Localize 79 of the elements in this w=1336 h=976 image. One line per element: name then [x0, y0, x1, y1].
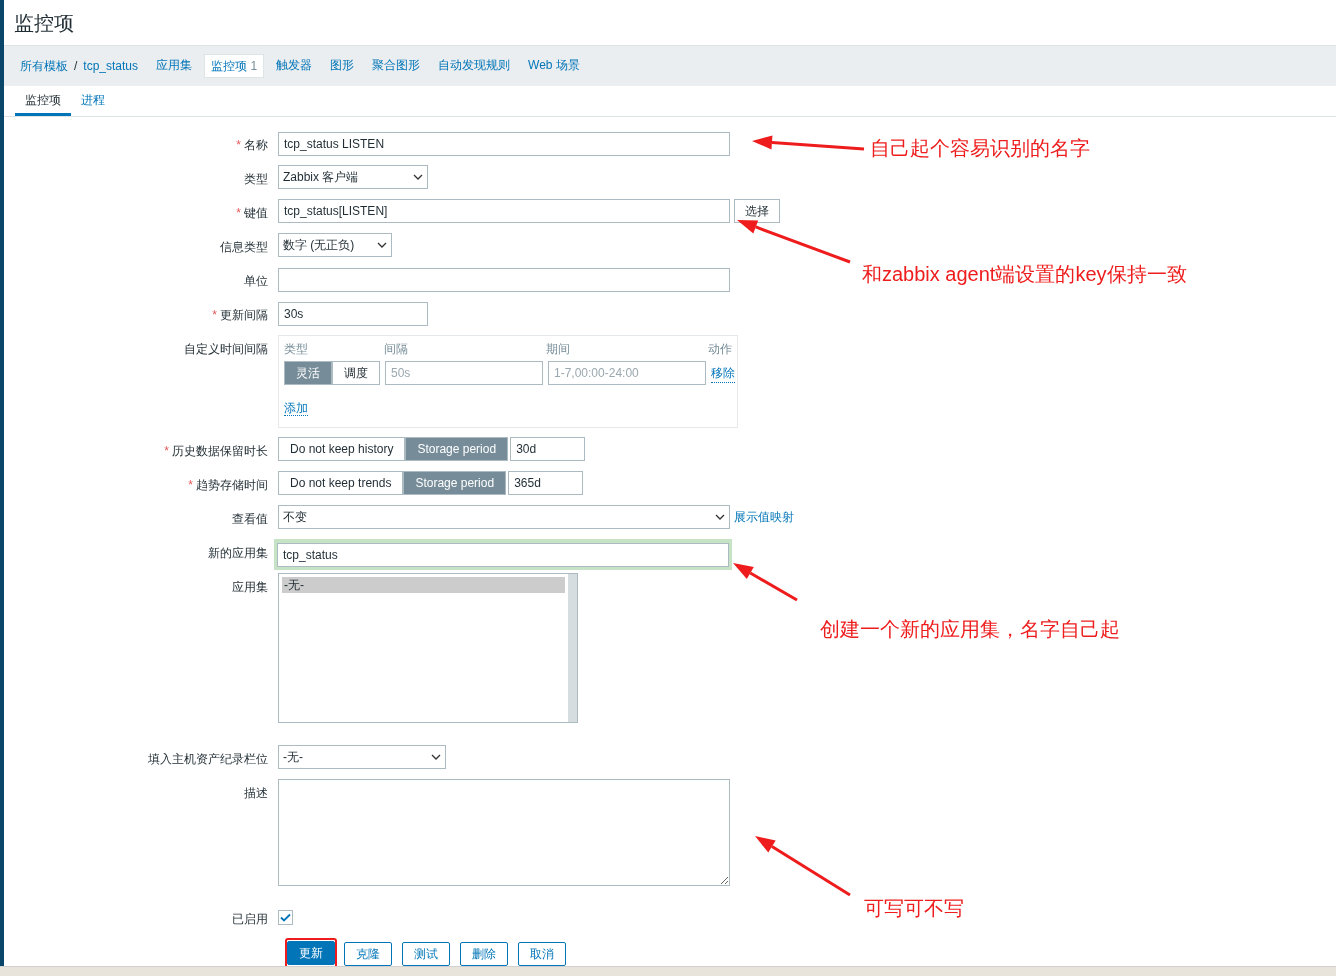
required-asterisk: * [236, 205, 241, 222]
field-label: 填入主机资产纪录栏位 [148, 751, 268, 768]
add-link[interactable]: 添加 [284, 401, 308, 416]
annotation-text: 创建一个新的应用集，名字自己起 [820, 617, 1120, 642]
chevron-down-icon [413, 174, 423, 180]
breadcrumb-link[interactable]: 所有模板 [20, 57, 68, 75]
required-asterisk: * [212, 307, 217, 324]
field-label: 名称 [244, 137, 268, 154]
page-title: 监控项 [14, 10, 74, 36]
breadcrumb-separator: / [74, 58, 78, 75]
column-header: 间隔 [383, 341, 409, 358]
field-label: 键值 [244, 205, 268, 222]
annotation-text: 和zabbix agent端设置的key保持一致 [862, 262, 1187, 287]
list-option[interactable]: -无- [282, 577, 565, 593]
remove-link[interactable]: 移除 [711, 363, 735, 383]
chevron-down-icon [715, 514, 725, 520]
text-field[interactable]: tcp_status [274, 539, 732, 570]
field-label: 应用集 [232, 579, 268, 596]
nav-tab[interactable]: 图形 [324, 54, 361, 78]
column-header: 动作 [708, 341, 732, 358]
field-label: 单位 [244, 273, 268, 290]
nav-tab[interactable]: 应用集 [150, 54, 199, 78]
required-asterisk: * [188, 477, 193, 494]
mode-toggle[interactable]: 调度 [332, 361, 380, 385]
nav-tab[interactable]: 聚合图形 [366, 54, 427, 78]
checkbox[interactable] [278, 910, 293, 925]
select-button[interactable]: 选择 [734, 199, 780, 223]
nav-tab[interactable]: 自动发现规则 [432, 54, 517, 78]
required-asterisk: * [236, 137, 241, 154]
field-label: 已启用 [232, 911, 268, 928]
text-field[interactable]: 30s [278, 302, 428, 326]
annotation-text: 可写可不写 [864, 896, 964, 921]
text-field[interactable] [278, 268, 730, 292]
text-field[interactable]: tcp_status[LISTEN] [278, 199, 730, 223]
action-button[interactable]: 克隆 [344, 942, 392, 966]
text-field[interactable]: 365d [508, 471, 584, 495]
field-label: 新的应用集 [208, 545, 268, 562]
chevron-down-icon [377, 242, 387, 248]
field-label: 描述 [244, 785, 268, 802]
dropdown[interactable]: 数字 (无正负) [278, 233, 392, 257]
field-label: 历史数据保留时长 [172, 443, 268, 460]
form-tab[interactable]: 监控项 [15, 86, 71, 116]
action-button[interactable]: 测试 [402, 942, 450, 966]
nav-tab[interactable]: Web 场景 [522, 54, 586, 78]
annotation-arrow [733, 563, 798, 602]
required-asterisk: * [164, 443, 169, 460]
field-label: 查看值 [232, 511, 268, 528]
list-box[interactable]: -无- [278, 573, 578, 723]
dropdown[interactable]: 不变 [278, 505, 730, 529]
mode-toggle[interactable]: 灵活 [284, 361, 332, 385]
column-header: 期间 [545, 341, 571, 358]
description-field[interactable] [278, 779, 730, 886]
text-field[interactable]: 30d [510, 437, 586, 461]
interval-field[interactable]: 50s [385, 361, 543, 385]
scrollbar[interactable] [568, 574, 577, 722]
column-header: 类型 [284, 341, 309, 358]
action-button[interactable]: 更新 [287, 941, 335, 965]
dropdown[interactable]: Zabbix 客户端 [278, 165, 428, 189]
text-field[interactable]: tcp_status LISTEN [278, 132, 730, 156]
action-button[interactable]: 取消 [518, 942, 566, 966]
nav-tab[interactable]: 触发器 [270, 54, 319, 78]
field-label: 信息类型 [220, 239, 268, 256]
storage-toggle[interactable]: Storage period [405, 437, 509, 461]
storage-toggle[interactable]: Storage period [403, 471, 507, 495]
storage-toggle[interactable]: Do not keep trends [278, 471, 404, 495]
action-button[interactable]: 删除 [460, 942, 508, 966]
value-mapping-link[interactable]: 展示值映射 [734, 508, 794, 526]
field-label: 趋势存储时间 [196, 477, 268, 494]
field-label: 更新间隔 [220, 307, 268, 324]
dropdown[interactable]: -无- [278, 745, 446, 769]
period-field[interactable]: 1-7,00:00-24:00 [548, 361, 706, 385]
field-label: 自定义时间间隔 [184, 341, 268, 358]
nav-tab[interactable]: 监控项 1 [204, 54, 265, 78]
form-tab[interactable]: 进程 [71, 86, 115, 116]
chevron-down-icon [431, 754, 441, 760]
breadcrumb-link[interactable]: tcp_status [83, 57, 139, 75]
storage-toggle[interactable]: Do not keep history [278, 437, 406, 461]
field-label: 类型 [244, 171, 268, 188]
annotation-text: 自己起个容易识别的名字 [870, 136, 1090, 161]
